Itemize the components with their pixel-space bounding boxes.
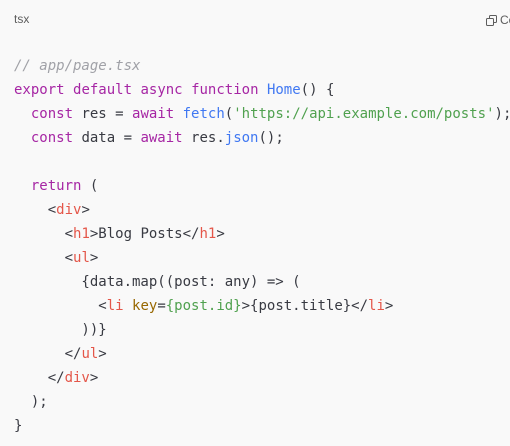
code-token: < bbox=[14, 202, 57, 218]
code-token: >Blog Posts</ bbox=[89, 226, 200, 242]
code-token: await bbox=[132, 106, 175, 122]
code-token: > bbox=[216, 226, 225, 242]
copy-button[interactable]: Copy bbox=[486, 12, 510, 28]
code-token: h1 bbox=[199, 226, 217, 242]
code-line: </div> bbox=[14, 366, 510, 390]
code-line: <h1>Blog Posts</h1> bbox=[14, 222, 510, 246]
code-token: ))} bbox=[14, 322, 107, 338]
code-line: } bbox=[14, 414, 510, 438]
code-token: li bbox=[106, 298, 124, 314]
code-token: (); bbox=[258, 130, 284, 146]
code-token: ( bbox=[224, 106, 234, 122]
code-line: export default async function Home() { bbox=[14, 78, 510, 102]
code-token: fetch bbox=[182, 106, 225, 122]
code-token: return bbox=[30, 178, 82, 194]
code-token: < bbox=[14, 226, 74, 242]
code-token: ul bbox=[73, 250, 90, 266]
code-line: const res = await fetch('https://api.exa… bbox=[14, 102, 510, 126]
code-token: ul bbox=[81, 346, 99, 362]
code-token: < bbox=[14, 250, 74, 266]
code-token: const bbox=[30, 106, 74, 122]
code-token: {post.id} bbox=[165, 298, 242, 314]
code-token: function bbox=[191, 82, 259, 98]
code-line: // app/page.tsx bbox=[14, 54, 510, 78]
code-token: {data.map((post: any) => ( bbox=[14, 274, 301, 290]
code-token: div bbox=[64, 370, 90, 386]
code-token: >{post.title}</ bbox=[241, 298, 369, 314]
code-token: ); bbox=[14, 394, 48, 410]
code-token: await bbox=[140, 130, 183, 146]
code-token: > bbox=[98, 346, 107, 362]
code-token: = bbox=[157, 298, 166, 314]
code-token: h1 bbox=[73, 226, 90, 242]
code-token: div bbox=[56, 202, 82, 218]
code-token: json bbox=[224, 130, 259, 146]
code-token: 'https://api.example.com/posts' bbox=[233, 106, 495, 122]
language-label: tsx bbox=[14, 12, 30, 26]
code-token: } bbox=[14, 418, 23, 434]
code-token: Home bbox=[266, 82, 301, 98]
code-line: <li key={post.id}>{post.title}</li> bbox=[14, 294, 510, 318]
code-token: < bbox=[14, 298, 107, 314]
code-token: () { bbox=[300, 82, 335, 98]
code-block: tsx Copy // app/page.tsx export default a… bbox=[0, 0, 510, 446]
code-token: export bbox=[14, 82, 65, 98]
code-token: async bbox=[140, 82, 183, 98]
code-block-header: tsx Copy bbox=[0, 0, 510, 38]
code-token: // app/page.tsx bbox=[14, 58, 141, 74]
code-token: res = bbox=[73, 106, 133, 122]
code-line: <ul> bbox=[14, 246, 510, 270]
copy-icon bbox=[486, 14, 497, 26]
code-content[interactable]: // app/page.tsx export default async func… bbox=[14, 54, 510, 438]
code-token: key bbox=[132, 298, 158, 314]
code-token: </ bbox=[14, 370, 65, 386]
code-token: const bbox=[30, 130, 74, 146]
code-token: > bbox=[89, 370, 99, 386]
code-token: </ bbox=[14, 346, 82, 362]
code-token: res. bbox=[182, 130, 225, 146]
code-token: > bbox=[384, 298, 394, 314]
code-line: return ( bbox=[14, 174, 510, 198]
code-line: </ul> bbox=[14, 342, 510, 366]
code-token: data = bbox=[73, 130, 141, 146]
code-line: <div> bbox=[14, 198, 510, 222]
code-token: > bbox=[81, 202, 90, 218]
code-line: ))} bbox=[14, 318, 510, 342]
code-line: {data.map((post: any) => ( bbox=[14, 270, 510, 294]
code-token: default bbox=[73, 82, 133, 98]
copy-label: Copy bbox=[500, 13, 510, 27]
code-line: const data = await res.json(); bbox=[14, 126, 510, 150]
code-token: ( bbox=[81, 178, 99, 194]
code-token: li bbox=[368, 298, 385, 314]
code-line: ); bbox=[14, 390, 510, 414]
code-token: ); bbox=[494, 106, 510, 122]
code-token: > bbox=[89, 250, 99, 266]
